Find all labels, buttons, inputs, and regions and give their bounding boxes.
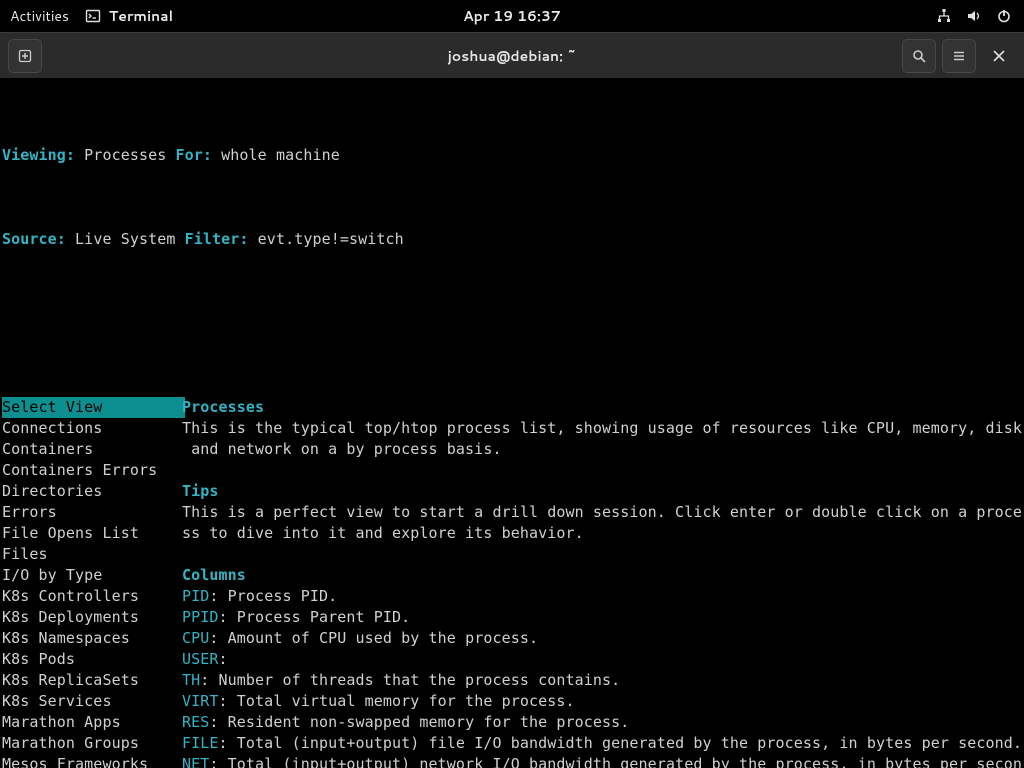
- view-details: Processes This is the typical top/htop pr…: [182, 334, 1022, 768]
- section-columns-header: Columns: [182, 566, 246, 584]
- column-name: FILE: [182, 734, 219, 752]
- window-close-button[interactable]: [982, 39, 1016, 73]
- view-list-item[interactable]: Mesos Frameworks: [2, 754, 182, 768]
- column-desc: : Total (input+output) network I/O bandw…: [209, 755, 1022, 768]
- running-app-name: Terminal: [109, 6, 173, 26]
- left-header: Select View: [2, 397, 185, 418]
- column-desc: : Amount of CPU used by the process.: [209, 629, 538, 647]
- body-text: ss to dive into it and explore its behav…: [182, 524, 584, 542]
- running-app-indicator[interactable]: Terminal: [85, 6, 173, 26]
- view-list-item[interactable]: K8s Pods: [2, 649, 182, 670]
- section-processes-header: Processes: [182, 398, 264, 416]
- body-text: This is a perfect view to start a drill …: [182, 503, 1022, 521]
- status-line-1: Viewing: Processes For: whole machine: [2, 145, 1022, 166]
- view-list[interactable]: Select View ConnectionsContainersContain…: [2, 334, 182, 768]
- view-list-item[interactable]: K8s Deployments: [2, 607, 182, 628]
- column-name: PID: [182, 587, 209, 605]
- new-tab-icon: [17, 48, 33, 64]
- view-list-item[interactable]: Containers: [2, 439, 182, 460]
- hamburger-icon: [951, 48, 967, 64]
- column-name: NET: [182, 755, 209, 768]
- body-text: and network on a by process basis.: [182, 440, 502, 458]
- hamburger-menu-button[interactable]: [942, 39, 976, 73]
- column-desc: :: [219, 650, 228, 668]
- view-list-item[interactable]: K8s Services: [2, 691, 182, 712]
- view-list-item[interactable]: K8s ReplicaSets: [2, 670, 182, 691]
- column-name: USER: [182, 650, 219, 668]
- view-list-item[interactable]: Errors: [2, 502, 182, 523]
- status-line-2: Source: Live System Filter: evt.type!=sw…: [2, 229, 1022, 250]
- search-icon: [911, 48, 927, 64]
- column-name: CPU: [182, 629, 209, 647]
- close-icon: [992, 49, 1006, 63]
- terminal-viewport[interactable]: Viewing: Processes For: whole machine So…: [0, 78, 1024, 768]
- column-desc: : Process Parent PID.: [219, 608, 411, 626]
- column-desc: : Total (input+output) file I/O bandwidt…: [219, 734, 1022, 752]
- view-list-item[interactable]: Files: [2, 544, 182, 565]
- new-tab-button[interactable]: [8, 39, 42, 73]
- network-icon[interactable]: [936, 8, 952, 24]
- view-list-item[interactable]: K8s Namespaces: [2, 628, 182, 649]
- view-list-item[interactable]: Marathon Apps: [2, 712, 182, 733]
- column-name: TH: [182, 671, 200, 689]
- terminal-app-icon: [85, 8, 101, 24]
- power-icon[interactable]: [996, 8, 1012, 24]
- activities-button[interactable]: Activities: [10, 6, 69, 26]
- body-text: This is the typical top/htop process lis…: [182, 419, 1022, 437]
- view-list-item[interactable]: Connections: [2, 418, 182, 439]
- volume-icon[interactable]: [966, 8, 982, 24]
- column-name: RES: [182, 713, 209, 731]
- column-desc: : Resident non-swapped memory for the pr…: [209, 713, 629, 731]
- gnome-topbar: Activities Terminal Apr 19 16:37: [0, 0, 1024, 32]
- search-button[interactable]: [902, 39, 936, 73]
- column-name: VIRT: [182, 692, 219, 710]
- view-list-item[interactable]: Directories: [2, 481, 182, 502]
- column-name: PPID: [182, 608, 219, 626]
- column-desc: : Total virtual memory for the process.: [219, 692, 575, 710]
- window-titlebar: joshua@debian: ~: [0, 32, 1024, 78]
- view-list-item[interactable]: K8s Controllers: [2, 586, 182, 607]
- column-desc: : Process PID.: [209, 587, 337, 605]
- view-list-item[interactable]: I/O by Type: [2, 565, 182, 586]
- view-list-item[interactable]: File Opens List: [2, 523, 182, 544]
- view-list-item[interactable]: Marathon Groups: [2, 733, 182, 754]
- window-title: joshua@debian: ~: [0, 46, 1024, 66]
- view-list-item[interactable]: Containers Errors: [2, 460, 182, 481]
- column-desc: : Number of threads that the process con…: [200, 671, 620, 689]
- section-tips-header: Tips: [182, 482, 219, 500]
